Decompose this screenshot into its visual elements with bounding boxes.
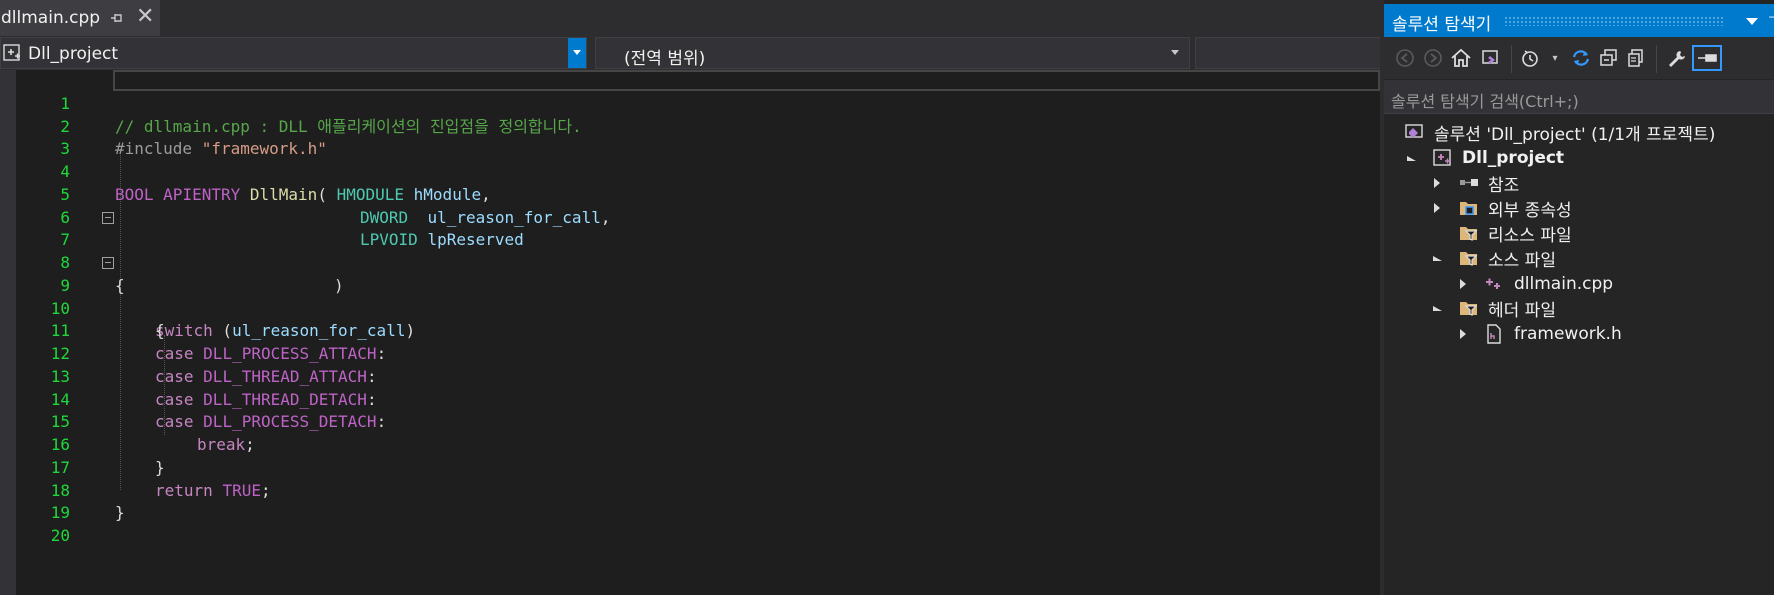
code-line: 12 case DLL_THREAD_ATTACH: (0, 320, 1380, 386)
drag-grip[interactable] (1504, 16, 1724, 26)
tree-item-label: 리소스 파일 (1488, 225, 1572, 246)
window-menu-icon[interactable] (1746, 18, 1758, 25)
tree-item-references[interactable]: 참조 (1430, 169, 1519, 197)
project-dropdown-button[interactable] (568, 38, 586, 68)
toolbar-separator (1656, 45, 1657, 73)
code-line: 15 break; (0, 389, 1380, 454)
tree-item-project[interactable]: Dll_project (1404, 144, 1564, 172)
tree-item-framework-h[interactable]: framework.h (1456, 320, 1622, 348)
references-icon (1458, 173, 1480, 193)
code-line: 5 DWORD ul_reason_for_call, (0, 161, 1380, 227)
navigation-bar: Dll_project (전역 범위) (0, 36, 1385, 70)
code-line: 16 } (0, 411, 1380, 477)
chevron-down-icon (1171, 50, 1179, 55)
line-number: 20 (50, 526, 70, 545)
code-line: 17 return TRUE; (0, 434, 1380, 500)
search-input[interactable]: 솔루션 탐색기 검색(Ctrl+;) (1384, 80, 1774, 114)
tree-item-header-files[interactable]: 헤더 파일 (1430, 294, 1556, 322)
preview-icon[interactable] (1692, 45, 1722, 71)
code-line: 4 BOOL APIENTRY DllMain( HMODULE hModule… (0, 138, 1380, 204)
code-line: 3 (0, 116, 1380, 158)
scope-dropdown[interactable]: (전역 범위) (595, 37, 1190, 69)
code-line: 6 LPVOID lpReserved (0, 184, 1380, 250)
tree-item-source-files[interactable]: 소스 파일 (1430, 244, 1556, 272)
code-area[interactable]: 1 // dllmain.cpp : DLL 애플리케이션의 진입점을 정의합니… (0, 70, 1380, 595)
project-name: Dll_project (28, 44, 119, 64)
forward-icon[interactable] (1420, 45, 1446, 71)
collapsed-arrow-icon[interactable] (1430, 201, 1444, 215)
tab-dllmain-cpp[interactable]: dllmain.cpp ✕ (0, 0, 160, 36)
filter-folder-open-icon (1458, 248, 1480, 268)
scope-label: (전역 범위) (624, 49, 706, 69)
cpp-project-icon (3, 44, 23, 62)
collapse-all-icon[interactable] (1596, 45, 1622, 71)
home-icon[interactable] (1448, 45, 1474, 71)
collapse-icon[interactable] (102, 257, 114, 269)
collapsed-arrow-icon[interactable] (1456, 327, 1470, 341)
tree-item-label: 솔루션 'Dll_project' (1/1개 프로젝트) (1434, 124, 1716, 145)
document-tab-strip: dllmain.cpp ✕ (0, 0, 1380, 36)
chevron-down-icon (573, 50, 581, 55)
tree-item-label: 외부 종속성 (1488, 200, 1572, 221)
expanded-arrow-icon[interactable] (1404, 151, 1418, 165)
close-icon[interactable]: ✕ (136, 6, 154, 28)
code-line: 8 { (0, 229, 1380, 295)
tree-item-label: 참조 (1488, 175, 1520, 196)
code-line: 7 ) (0, 207, 1380, 295)
show-all-files-icon[interactable] (1624, 45, 1650, 71)
pin-icon[interactable] (110, 9, 124, 27)
collapsed-arrow-icon[interactable] (1456, 277, 1470, 291)
expanded-arrow-icon[interactable] (1430, 251, 1444, 265)
code-line: 11 case DLL_PROCESS_ATTACH: (0, 298, 1380, 363)
code-line: 13 case DLL_THREAD_DETACH: (0, 343, 1380, 409)
search-placeholder: 솔루션 탐색기 검색(Ctrl+;) (1391, 92, 1579, 111)
solution-explorer: 솔루션 탐색기 ⊣ ▾ (1384, 0, 1774, 595)
code-line: 14 case DLL_PROCESS_DETACH: (0, 366, 1380, 432)
filter-folder-icon (1458, 223, 1480, 243)
cpp-project-icon (1432, 148, 1454, 168)
tree-item-resource-files[interactable]: 리소스 파일 (1458, 219, 1572, 247)
project-dropdown[interactable]: Dll_project (0, 37, 587, 69)
filter-folder-open-icon (1458, 298, 1480, 318)
chevron-down-icon[interactable]: ▾ (1542, 45, 1568, 71)
code-line: 18 } (0, 457, 1380, 523)
tree-item-external-dependencies[interactable]: 외부 종속성 (1430, 194, 1572, 222)
toolbar-separator (1511, 45, 1512, 73)
panel-title: 솔루션 탐색기 (1392, 15, 1492, 35)
cpp-file-icon (1484, 274, 1506, 294)
solution-tree[interactable]: 솔루션 'Dll_project' (1/1개 프로젝트) Dll_projec… (1384, 118, 1774, 595)
code-line: 19 (0, 480, 1380, 522)
collapse-icon[interactable] (102, 211, 114, 224)
vs-switch-views-icon[interactable] (1478, 45, 1504, 71)
tree-item-label: 헤더 파일 (1488, 300, 1556, 321)
tree-item-label: dllmain.cpp (1514, 274, 1614, 294)
code-editor[interactable]: dllmain.cpp ✕ Dll_project (전역 범위) 1 // d… (0, 0, 1385, 595)
solution-explorer-title-bar[interactable]: 솔루션 탐색기 ⊣ (1384, 4, 1774, 37)
collapsed-arrow-icon[interactable] (1430, 176, 1444, 190)
tree-item-label: framework.h (1514, 324, 1622, 344)
expanded-arrow-icon[interactable] (1430, 301, 1444, 315)
properties-icon[interactable] (1664, 45, 1690, 71)
back-icon[interactable] (1392, 45, 1418, 71)
tree-item-label: Dll_project (1462, 148, 1565, 168)
external-dependencies-icon (1458, 198, 1480, 218)
code-line: 10 { (0, 275, 1380, 341)
tab-label: dllmain.cpp (1, 8, 101, 28)
code-line: 20 (0, 502, 1380, 545)
solution-icon (1404, 122, 1426, 142)
code-line: 1 // dllmain.cpp : DLL 애플리케이션의 진입점을 정의합니… (0, 70, 1380, 136)
solution-explorer-toolbar: ▾ (1384, 37, 1774, 79)
code-line: 2 #include "framework.h" (0, 93, 1380, 159)
refresh-icon[interactable] (1568, 45, 1594, 71)
pin-icon[interactable]: ⊣ (1768, 10, 1774, 26)
member-dropdown[interactable] (1195, 37, 1385, 69)
code-line: 9 switch (ul_reason_for_call) (0, 252, 1380, 340)
history-icon[interactable] (1518, 45, 1544, 71)
header-file-icon (1484, 324, 1506, 344)
tree-item-solution[interactable]: 솔루션 'Dll_project' (1/1개 프로젝트) (1404, 118, 1715, 146)
tree-item-label: 소스 파일 (1488, 250, 1556, 271)
